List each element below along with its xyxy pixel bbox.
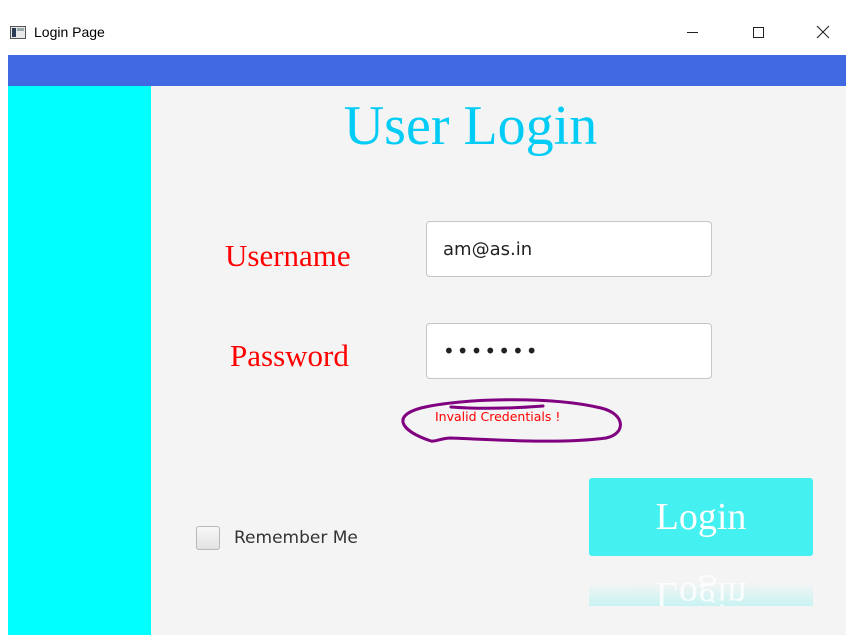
username-label: Username bbox=[225, 238, 351, 273]
remember-me-option[interactable]: Remember Me bbox=[196, 526, 358, 550]
username-field[interactable] bbox=[426, 221, 712, 277]
close-button[interactable] bbox=[800, 14, 846, 50]
login-reflection-text: Login bbox=[589, 556, 813, 606]
title-bar: Login Page bbox=[0, 0, 846, 55]
remember-me-checkbox[interactable] bbox=[196, 526, 220, 550]
remember-me-label: Remember Me bbox=[234, 528, 358, 548]
sidebar-panel bbox=[8, 86, 151, 635]
minimize-icon bbox=[686, 31, 698, 33]
top-bar bbox=[8, 55, 846, 86]
error-message: Invalid Credentials ! bbox=[435, 409, 561, 424]
password-field[interactable] bbox=[426, 323, 712, 379]
login-panel: User Login Username Password Invalid Cre… bbox=[151, 86, 846, 635]
password-label: Password bbox=[230, 338, 349, 373]
login-window: Login Page User Login Username Password … bbox=[0, 0, 846, 635]
close-icon bbox=[816, 25, 830, 39]
app-window-icon bbox=[10, 26, 26, 39]
page-title: User Login bbox=[343, 95, 598, 157]
maximize-button[interactable] bbox=[735, 14, 781, 50]
login-button[interactable]: Login bbox=[589, 478, 813, 556]
window-title: Login Page bbox=[34, 24, 105, 40]
maximize-icon bbox=[752, 26, 764, 38]
login-button-reflection: Login bbox=[589, 556, 813, 606]
minimize-button[interactable] bbox=[669, 14, 715, 50]
